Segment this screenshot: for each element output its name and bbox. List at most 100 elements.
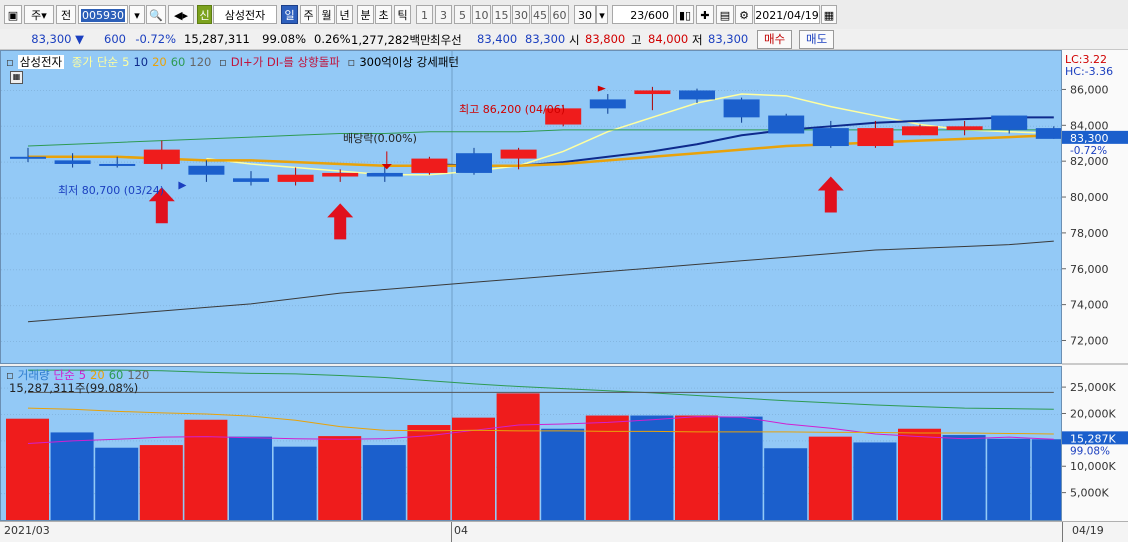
low-annotation: 최저 80,700 (03/24) [58, 184, 165, 197]
period-tab-2[interactable]: 월 [318, 5, 335, 24]
price-chart-panel[interactable]: ▫ 삼성전자 종가 단순 5 10 20 60 120 ▫ DI+가 DI-를 상향돌파 ▫ 30… [0, 50, 1062, 364]
interval-button-1[interactable]: 3 [435, 5, 452, 24]
candle-body-18 [812, 128, 849, 147]
interval-button-3[interactable]: 10 [472, 5, 491, 24]
market-selector[interactable]: 주▾ [24, 5, 54, 24]
candle-body-0 [10, 156, 46, 159]
period-tab-0[interactable]: 일 [281, 5, 298, 24]
volume-bar-12 [541, 428, 585, 520]
period-tab-4[interactable]: 분 [357, 5, 374, 24]
candle-body-4 [188, 165, 225, 175]
high-label: 고 [631, 33, 642, 47]
candle-body-9 [411, 158, 448, 173]
volume-bar-15 [675, 415, 718, 520]
price-tick-label-4: 78,000 [1070, 227, 1109, 240]
dropdown-icon[interactable]: ▾ [129, 5, 145, 24]
interval-button-5[interactable]: 30 [512, 5, 530, 24]
speaker-icon[interactable]: ◀▸ [168, 5, 194, 24]
candle-body-1 [54, 160, 91, 164]
search-icon[interactable]: 🔍 [146, 5, 166, 24]
candle-body-16 [723, 99, 760, 118]
candle-icon[interactable]: ▮▯ [676, 5, 694, 24]
candle-body-8 [366, 172, 403, 177]
trade-amount: 1,277,282백만 [351, 33, 431, 47]
gear-icon[interactable]: ⚙ [735, 5, 753, 24]
open-label: 시 [569, 33, 580, 47]
price-tick-label-0: 86,000 [1070, 83, 1109, 96]
stock-code-input[interactable]: 005930 [78, 5, 128, 24]
price-tick-label-1: 84,000 [1070, 119, 1109, 132]
interval-value[interactable]: 30 [574, 5, 596, 24]
volume-chart-svg [1, 367, 1061, 520]
price-axis: 86,000 84,000 82,000 80,000 78,000 76,000 74,0… [1062, 50, 1128, 521]
candle-body-20 [902, 126, 938, 136]
volume-bar-0 [6, 418, 49, 520]
ma-line-120 [27, 240, 1054, 323]
sell-button[interactable]: 매도 [799, 30, 835, 49]
best-bid: 83,300 [525, 32, 566, 46]
interval-button-4[interactable]: 15 [492, 5, 511, 24]
volume-bar-5 [229, 436, 272, 520]
date-start: 2021/03 [4, 524, 50, 537]
signal-arrow-2 [817, 176, 844, 213]
low-pointer [178, 181, 187, 190]
volume-bar-6 [273, 446, 317, 520]
interval-button-0[interactable]: 1 [416, 5, 433, 24]
low-price: 83,300 [708, 32, 749, 46]
volume-bar-2 [95, 447, 139, 520]
grid-icon[interactable]: ▦ [10, 71, 23, 84]
date-input[interactable]: 2021/04/19 [754, 5, 820, 24]
volume-bar-4 [184, 419, 228, 520]
interval-button-6[interactable]: 45 [531, 5, 549, 24]
interval-button-2[interactable]: 5 [454, 5, 471, 24]
axis-divider [1062, 522, 1063, 542]
price-chart-svg [1, 51, 1061, 363]
legend-pattern: 300억이상 강세패턴 [359, 55, 459, 69]
calendar-icon[interactable]: ▦ [821, 5, 837, 24]
open-price: 83,800 [585, 32, 626, 46]
volume-bar-23 [1031, 439, 1061, 520]
date-axis: 2021/03 04 04/19 [0, 521, 1128, 542]
legend-ma60: 60 [170, 55, 186, 69]
stock-code-value: 005930 [81, 9, 125, 22]
month-divider [451, 522, 452, 542]
hc-label: HC:-3.36 [1065, 65, 1114, 78]
buy-button[interactable]: 매수 [757, 30, 793, 49]
window-icon[interactable]: ▣ [4, 5, 22, 24]
volume-bar-20 [898, 428, 941, 520]
interval-button-7[interactable]: 60 [550, 5, 569, 24]
candle-body-11 [500, 149, 537, 159]
market-label: 주 [31, 9, 42, 22]
period-tab-1[interactable]: 주 [300, 5, 317, 24]
current-price-tag-label: 83,300 [1070, 132, 1109, 145]
volume-ma-60 [28, 369, 1054, 410]
candle-body-7 [322, 172, 359, 177]
date-mid: 04 [454, 524, 468, 537]
volume-percent: 99.08% [262, 32, 306, 46]
volume-bar-18 [808, 436, 852, 520]
period-tab-6[interactable]: 틱 [394, 5, 411, 24]
legend-ma5: 5 [122, 55, 130, 69]
axis-svg: 86,000 84,000 82,000 80,000 78,000 76,000 74,0… [1062, 83, 1128, 500]
volume-chart-panel[interactable]: ▫ 거래량 단순 5 20 60 120 15,287,311주(99.08%) [0, 366, 1062, 521]
volume-bar-22 [987, 438, 1031, 520]
crosshair-icon[interactable]: ✚ [696, 5, 714, 24]
prev-button[interactable]: 전 [56, 5, 76, 24]
price-tick-label-5: 76,000 [1070, 263, 1109, 276]
period-tab-3[interactable]: 년 [336, 5, 353, 24]
stock-badge: 신 [197, 5, 212, 24]
current-volume-tag-label: 15,287K [1070, 432, 1116, 445]
price-tick-label-7: 72,000 [1070, 334, 1109, 347]
page-counter: 23/600 [612, 5, 674, 24]
volume-tick-label-0: 25,000K [1070, 381, 1116, 394]
period-tab-5[interactable]: 초 [375, 5, 392, 24]
price-tick-label-3: 80,000 [1070, 191, 1109, 204]
candle-body-5 [233, 178, 269, 182]
candle-body-21 [946, 126, 983, 130]
legend-close-label: 종가 [71, 55, 93, 69]
save-icon[interactable]: ▤ [716, 5, 734, 24]
candle-body-14 [634, 90, 671, 95]
candle-body-23 [1035, 128, 1061, 139]
quote-bar: 83,300 ▼ 600 -0.72% 15,287,311 99.08% 0.… [0, 29, 1128, 50]
interval-dropdown-icon[interactable]: ▾ [596, 5, 608, 24]
